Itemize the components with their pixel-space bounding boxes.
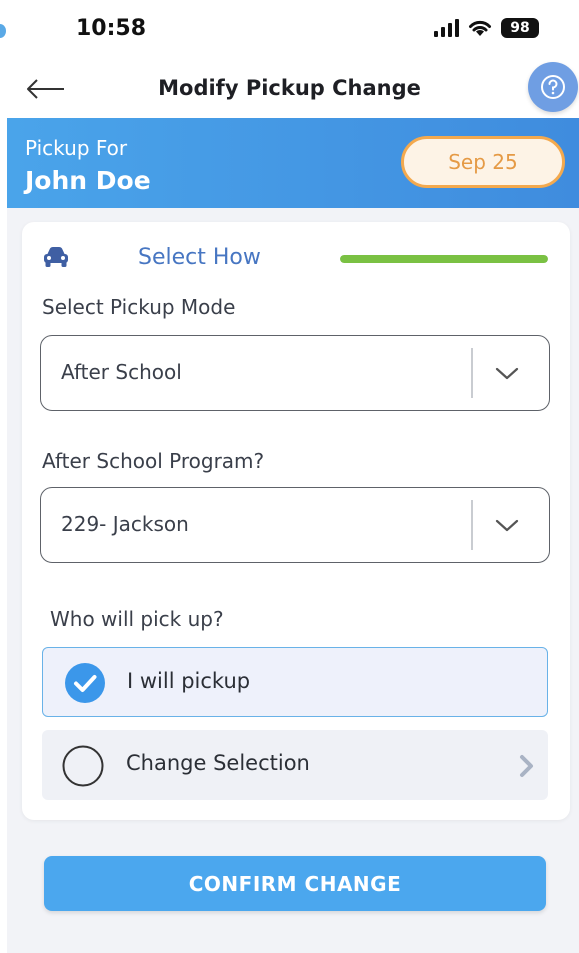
radio-empty-icon <box>62 745 104 787</box>
status-bar: 10:58 98 <box>0 0 579 60</box>
program-select[interactable]: 229- Jackson <box>40 487 550 563</box>
progress-fill <box>340 255 548 263</box>
chevron-down-icon <box>495 367 519 380</box>
pickup-mode-label: Select Pickup Mode <box>42 295 236 319</box>
wifi-icon <box>469 20 491 36</box>
pickup-banner: Pickup For John Doe Sep 25 <box>7 118 579 208</box>
pickup-mode-select[interactable]: After School <box>40 335 550 411</box>
status-icons: 98 <box>434 18 539 38</box>
who-picks-up-label: Who will pick up? <box>50 607 224 631</box>
signal-icon <box>434 19 459 37</box>
car-icon <box>44 247 68 267</box>
step-label: Select How <box>138 245 261 270</box>
checkmark-circle-icon <box>65 663 105 703</box>
program-value: 229- Jackson <box>61 512 189 536</box>
confirm-change-button[interactable]: CONFIRM CHANGE <box>44 856 546 911</box>
option-i-will-pickup[interactable]: I will pickup <box>42 647 548 717</box>
student-name: John Doe <box>25 166 151 195</box>
page-title: Modify Pickup Change <box>158 76 421 100</box>
chevron-right-icon <box>520 755 533 777</box>
date-pill[interactable]: Sep 25 <box>401 136 565 188</box>
pickup-for-label: Pickup For <box>25 136 128 160</box>
option-change-selection[interactable]: Change Selection <box>42 730 548 800</box>
option-label: I will pickup <box>127 669 251 693</box>
chevron-down-icon <box>495 519 519 532</box>
program-label: After School Program? <box>42 449 265 473</box>
help-button[interactable] <box>528 62 578 112</box>
select-divider <box>471 500 473 550</box>
pickup-mode-value: After School <box>61 360 182 384</box>
battery-icon: 98 <box>501 18 539 38</box>
help-icon <box>541 75 565 99</box>
option-label: Change Selection <box>126 751 310 775</box>
select-divider <box>471 348 473 398</box>
step-progress-bar <box>340 255 548 263</box>
status-time: 10:58 <box>76 16 147 41</box>
nav-bar: Modify Pickup Change <box>0 60 579 118</box>
